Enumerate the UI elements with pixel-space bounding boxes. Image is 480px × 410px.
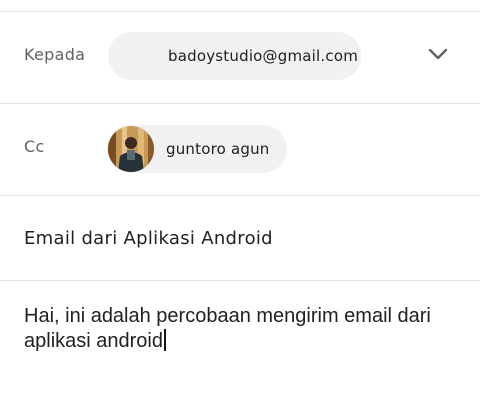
avatar xyxy=(108,126,154,172)
to-divider xyxy=(0,103,480,104)
message-body-field[interactable]: Hai, ini adalah percobaan mengirim email… xyxy=(24,304,464,354)
top-divider xyxy=(0,11,480,12)
cc-divider xyxy=(0,195,480,196)
text-cursor xyxy=(163,329,166,351)
cc-recipient-chip[interactable]: guntoro agun xyxy=(107,125,287,173)
cc-label: Cc xyxy=(24,137,45,156)
to-label: Kepada xyxy=(24,45,86,64)
cc-recipient-name: guntoro agun xyxy=(166,140,270,158)
chevron-down-icon[interactable] xyxy=(424,40,452,68)
to-recipient-email: badoystudio@gmail.com xyxy=(168,47,359,65)
subject-divider xyxy=(0,280,480,281)
subject-field[interactable]: Email dari Aplikasi Android xyxy=(24,228,273,249)
message-body-text: Hai, ini adalah percobaan mengirim email… xyxy=(24,305,431,352)
to-recipient-chip[interactable]: badoystudio@gmail.com xyxy=(108,32,361,80)
